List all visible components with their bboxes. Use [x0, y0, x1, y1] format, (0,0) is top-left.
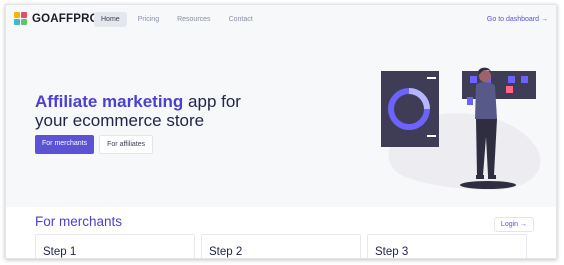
nav-home[interactable]: Home: [94, 12, 127, 27]
step-card: Step 1: [35, 234, 195, 258]
brand-name: GOAFFPRO: [32, 13, 99, 25]
hero-title-line2: your ecommerce store: [35, 111, 205, 130]
hero-title-accent: Affiliate marketing: [35, 92, 184, 111]
browser-frame: GOAFFPRO Home Pricing Resources Contact …: [5, 4, 557, 259]
login-button[interactable]: Login →: [493, 217, 534, 232]
hero-title-rest: app for: [183, 92, 241, 111]
for-affiliates-button[interactable]: For affiliates: [99, 135, 154, 154]
step-label: Step 1: [43, 246, 77, 258]
step-label: Step 2: [209, 246, 243, 258]
top-nav: GOAFFPRO Home Pricing Resources Contact …: [6, 5, 556, 35]
merchants-section: For merchants Login → Step 1 Step 2 Step…: [6, 207, 556, 258]
logo-mark-icon: [14, 12, 28, 26]
merchants-title: For merchants: [35, 214, 123, 229]
nav-resources[interactable]: Resources: [170, 12, 217, 27]
nav-pricing[interactable]: Pricing: [131, 12, 166, 27]
for-merchants-button[interactable]: For merchants: [35, 135, 95, 154]
step-label: Step 3: [375, 246, 409, 258]
step-card: Step 3: [367, 234, 527, 258]
go-to-dashboard-link[interactable]: Go to dashboard →: [487, 16, 548, 23]
nav-links: Home Pricing Resources Contact: [94, 12, 260, 27]
nav-contact[interactable]: Contact: [222, 12, 260, 27]
step-card: Step 2: [201, 234, 361, 258]
logo[interactable]: GOAFFPRO: [14, 12, 99, 26]
hero-buttons: For merchants For affiliates: [35, 135, 154, 154]
steps-row: Step 1 Step 2 Step 3: [35, 234, 527, 258]
hero-title: Affiliate marketing app for your ecommer…: [35, 92, 241, 130]
hero-illustration: [381, 67, 541, 191]
